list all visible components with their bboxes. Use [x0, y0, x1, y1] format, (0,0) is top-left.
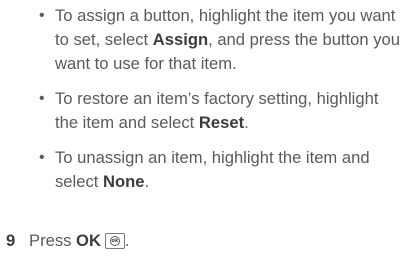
none-keyword: None [102, 172, 145, 191]
bullet-marker: • [39, 149, 45, 166]
document-page: • To assign a button, highlight the item… [0, 0, 407, 258]
bullet-assign: • To assign a button, highlight the item… [38, 4, 400, 76]
ok-keyword: OK [76, 231, 101, 250]
bullet-reset: • To restore an item’s factory setting, … [38, 87, 400, 135]
instruction-bullet-list: • To assign a button, highlight the item… [38, 4, 400, 205]
bullet-marker: • [39, 90, 45, 107]
bullet-reset-text-2: . [244, 113, 249, 132]
bullet-none-text-2: . [144, 172, 150, 191]
bullet-none: • To unassign an item, highlight the ite… [38, 146, 400, 194]
ok-glyph: ok [109, 236, 120, 246]
step-number: 9 [6, 231, 16, 250]
assign-keyword: Assign [152, 30, 209, 49]
step-suffix: . [124, 231, 130, 250]
step-text: Press [29, 231, 77, 250]
bullet-marker: • [39, 7, 45, 24]
reset-keyword: Reset [198, 113, 245, 132]
step-9: 9 Press OK ok. [6, 229, 130, 253]
ok-button-icon: ok [104, 233, 125, 249]
